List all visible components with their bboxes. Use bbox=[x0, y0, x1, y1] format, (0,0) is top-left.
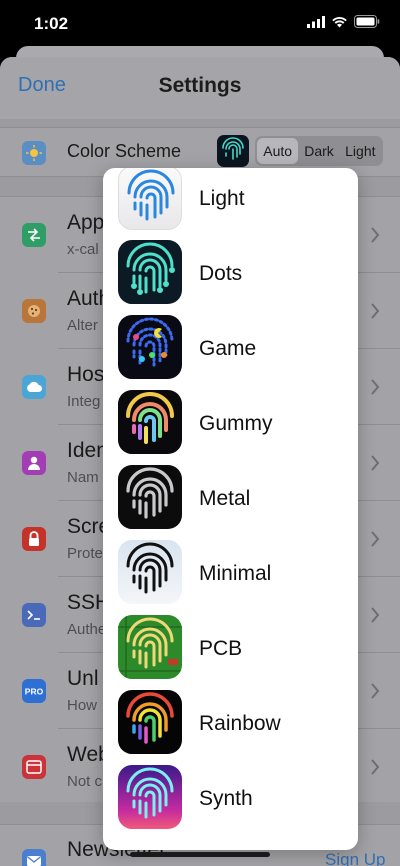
cloud-icon bbox=[22, 375, 46, 399]
row-title: Unl bbox=[67, 667, 99, 690]
theme-label: Minimal bbox=[199, 562, 272, 585]
fingerprint-light-icon bbox=[118, 168, 182, 230]
app-screen: 1:02 Done Settings Color Scheme Auto Dar… bbox=[0, 0, 400, 866]
battery-icon bbox=[354, 15, 380, 28]
theme-label: Game bbox=[199, 337, 257, 360]
row-subtitle: x-cal bbox=[67, 241, 99, 258]
fingerprint-metal-icon bbox=[118, 465, 182, 529]
theme-option-dots[interactable]: Dots bbox=[103, 240, 358, 318]
theme-label: Light bbox=[199, 187, 245, 210]
chevron-right-icon bbox=[371, 303, 380, 319]
chevron-right-icon bbox=[371, 379, 380, 395]
pro-badge-icon: PRO bbox=[22, 679, 46, 703]
current-theme-icon[interactable] bbox=[217, 135, 249, 167]
chevron-right-icon bbox=[371, 227, 380, 243]
chevron-right-icon bbox=[371, 531, 380, 547]
theme-label: Rainbow bbox=[199, 712, 281, 735]
row-title: Iden bbox=[67, 439, 108, 462]
sun-icon bbox=[22, 141, 46, 165]
fingerprint-gummy-icon bbox=[118, 390, 182, 454]
row-subtitle: Nam bbox=[67, 469, 99, 486]
theme-label: Gummy bbox=[199, 412, 273, 435]
fingerprint-synth-icon bbox=[118, 765, 182, 829]
fingerprint-dots-icon bbox=[118, 240, 182, 304]
chevron-right-icon bbox=[371, 607, 380, 623]
theme-option-rainbow[interactable]: Rainbow bbox=[103, 690, 358, 768]
cookie-icon bbox=[22, 299, 46, 323]
theme-label: Metal bbox=[199, 487, 251, 510]
status-bar: 1:02 bbox=[0, 0, 400, 48]
theme-option-light[interactable]: Light bbox=[103, 168, 358, 243]
person-icon bbox=[22, 451, 46, 475]
row-subtitle: Integ bbox=[67, 393, 101, 410]
fingerprint-pcb-icon bbox=[118, 615, 182, 679]
theme-option-gummy[interactable]: Gummy bbox=[103, 390, 358, 468]
row-subtitle: Prote bbox=[67, 545, 103, 562]
theme-label: Dots bbox=[199, 262, 243, 285]
swap-arrows-icon bbox=[22, 223, 46, 247]
row-subtitle: Alter bbox=[67, 317, 98, 334]
lock-icon bbox=[22, 527, 46, 551]
fingerprint-rainbow-icon bbox=[118, 690, 182, 754]
color-scheme-segmented-control[interactable]: Auto Dark Light bbox=[255, 136, 383, 166]
theme-option-minimal[interactable]: Minimal bbox=[103, 540, 358, 618]
wifi-icon bbox=[332, 16, 347, 27]
svg-text:PRO: PRO bbox=[25, 686, 44, 696]
color-scheme-label: Color Scheme bbox=[67, 141, 182, 161]
row-subtitle: Authe bbox=[67, 621, 107, 638]
chevron-right-icon bbox=[371, 759, 380, 775]
row-title: Hos bbox=[67, 363, 105, 386]
row-subtitle: How bbox=[67, 697, 98, 714]
page-title: Settings bbox=[158, 74, 242, 97]
status-icons bbox=[307, 15, 380, 28]
sign-up-button[interactable]: Sign Up bbox=[325, 850, 385, 866]
chevron-right-icon bbox=[371, 455, 380, 471]
segment-light[interactable]: Light bbox=[340, 138, 381, 164]
terminal-icon bbox=[22, 603, 46, 627]
theme-option-synth[interactable]: Synth bbox=[103, 765, 358, 843]
theme-picker-popover: Light Dots Game Gummy Metal Minimal PCB … bbox=[103, 168, 358, 850]
fingerprint-game-icon bbox=[118, 315, 182, 379]
row-subtitle: Not c bbox=[67, 773, 103, 790]
theme-label: Synth bbox=[199, 787, 253, 810]
theme-option-metal[interactable]: Metal bbox=[103, 465, 358, 543]
chevron-right-icon bbox=[371, 683, 380, 699]
nav-bar: Done Settings bbox=[0, 57, 400, 119]
signal-icon bbox=[307, 15, 325, 28]
browser-icon bbox=[22, 755, 46, 779]
segment-auto[interactable]: Auto bbox=[257, 138, 299, 164]
segment-dark[interactable]: Dark bbox=[298, 138, 339, 164]
row-title: App bbox=[67, 211, 105, 234]
home-indicator[interactable] bbox=[130, 852, 270, 857]
envelope-icon bbox=[22, 849, 46, 866]
theme-option-pcb[interactable]: PCB bbox=[103, 615, 358, 693]
theme-option-game[interactable]: Game bbox=[103, 315, 358, 393]
theme-label: PCB bbox=[199, 637, 243, 660]
status-time: 1:02 bbox=[34, 14, 69, 33]
fingerprint-minimal-icon bbox=[118, 540, 182, 604]
